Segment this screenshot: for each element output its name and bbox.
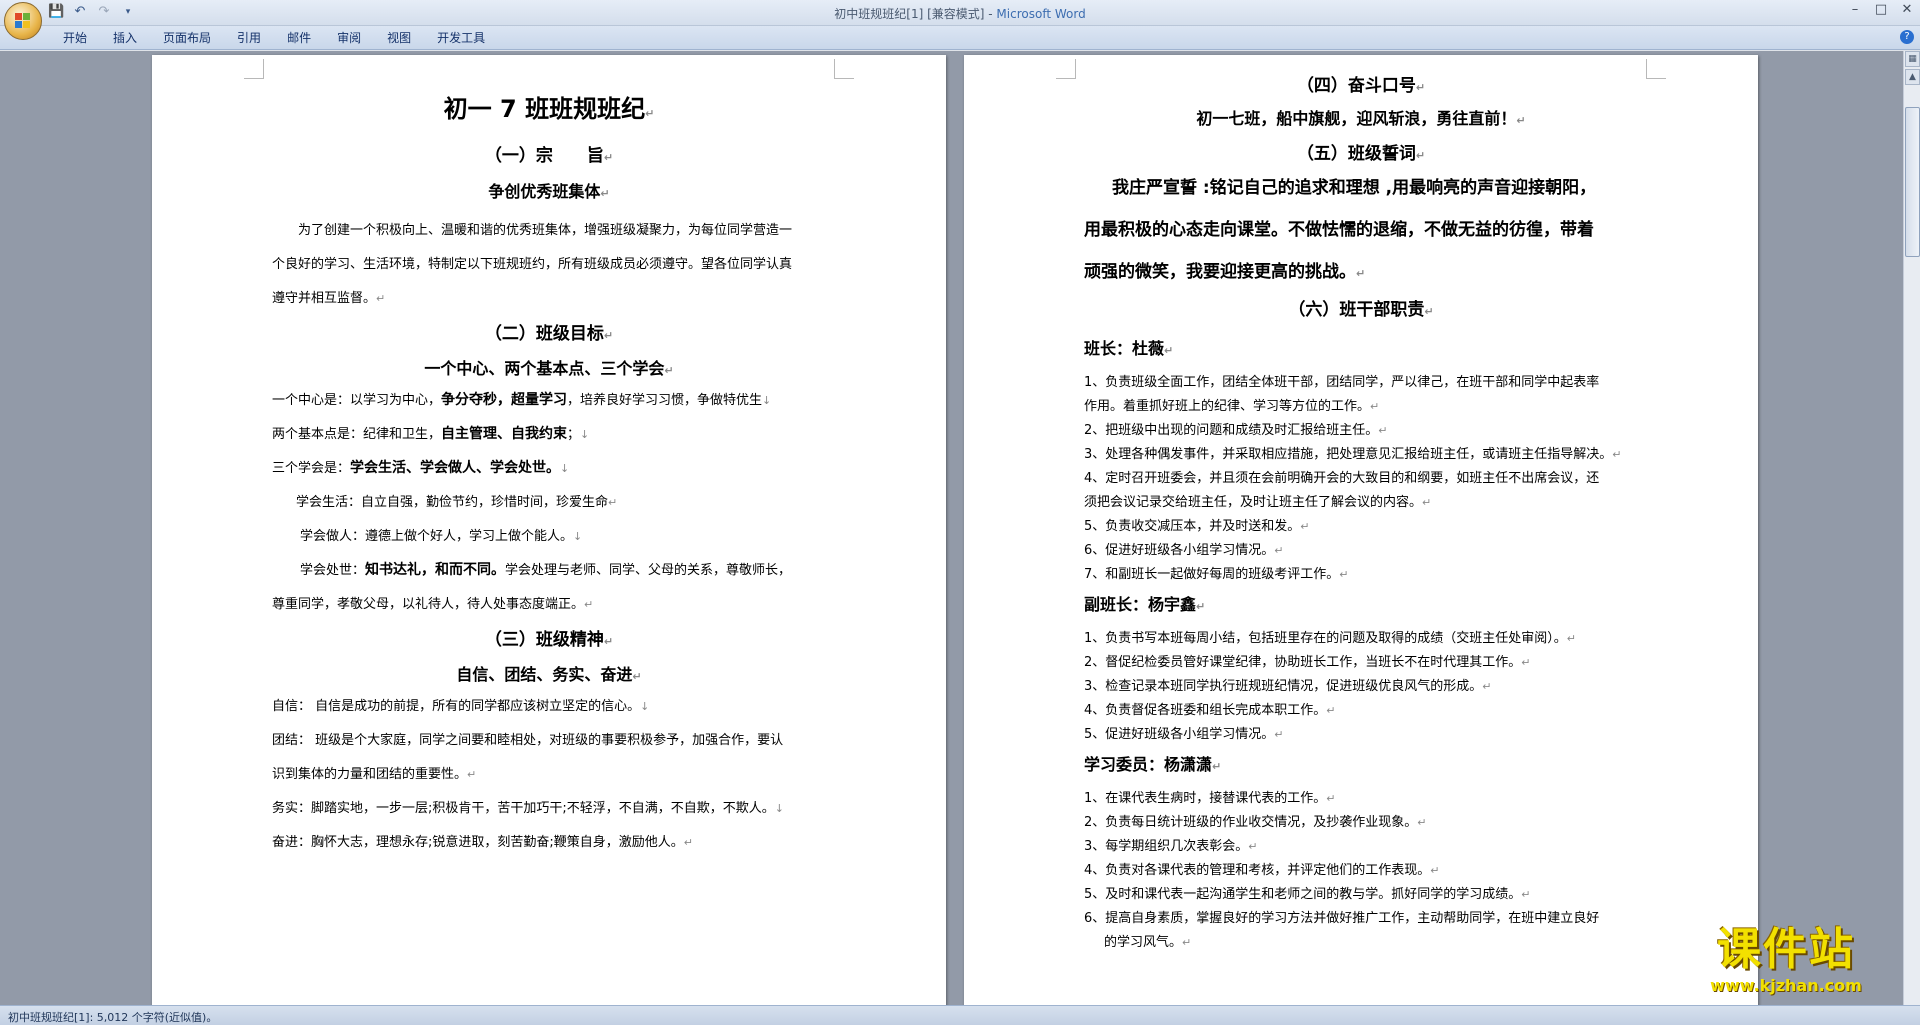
section-heading: （六）班干部职责↵ [1288,300,1434,320]
section-heading: （四）奋斗口号↵ [1296,76,1426,96]
list-item: 5、负责收交减压本，并及时送和发。↵ [1084,519,1310,534]
help-icon[interactable]: ? [1900,30,1914,44]
office-button[interactable] [4,2,42,40]
role-heading: 班长：杜薇↵ [1084,339,1174,358]
close-button[interactable]: ✕ [1894,0,1920,20]
list-item: 3、检查记录本班同学执行班规班纪情况，促进班级优良风气的形成。↵ [1084,679,1492,694]
list-item: 7、和副班长一起做好每周的班级考评工作。↵ [1084,567,1349,582]
paragraph-line: 务实：脚踏实地，一步一层;积极肯干，苦干加巧干;不轻浮，不自满，不自欺，不欺人。… [272,801,784,816]
list-item: 4、负责对各课代表的管理和考核，并评定他们的工作表现。↵ [1084,863,1440,878]
section-heading: （五）班级誓词↵ [1296,144,1426,164]
list-item: 4、定时召开班委会，并且须在会前明确开会的大致目的和纲要，如班主任不出席会议，还 [1084,471,1600,486]
title-bar: 💾 ↶ ↷ ▾ 初中班规班纪[1] [兼容模式] - Microsoft Wor… [0,0,1920,26]
margin-corner-mark [244,59,264,79]
margin-corner-mark [834,59,854,79]
tab-references[interactable]: 引用 [224,30,274,46]
window-controls: – □ ✕ [1842,0,1920,20]
tab-insert[interactable]: 插入 [100,30,150,46]
paragraph-line: 学会生活：自立自强，勤俭节约，珍惜时间，珍爱生命↵ [296,495,618,510]
document-title-heading: 初一 7 班班规班纪↵ [443,95,655,123]
list-item: 4、负责督促各班委和组长完成本职工作。↵ [1084,703,1336,718]
tab-mailings[interactable]: 邮件 [274,30,324,46]
office-logo-icon [15,13,31,29]
paragraph-line: 识到集体的力量和团结的重要性。↵ [272,767,477,782]
page-left[interactable]: 初一 7 班班规班纪↵ （一）宗 旨↵ 争创优秀班集体↵ 为了创建一个积极向上、… [152,55,946,1005]
paragraph-line: 奋进：胸怀大志，理想永存;锐意进取，刻苦勤奋;鞭策自身，激励他人。↵ [272,835,693,850]
minimize-button[interactable]: – [1842,0,1868,20]
tab-page-layout[interactable]: 页面布局 [150,30,224,46]
ribbon-tab-bar: 开始 插入 页面布局 引用 邮件 审阅 视图 开发工具 ? [0,26,1920,50]
oath-line: 用最积极的心态走向课堂。不做怯懦的退缩，不做无益的彷徨，带着 [1084,220,1594,240]
oath-line: 我庄严宣誓 :铭记自己的追求和理想 ,用最响亮的声音迎接朝阳， [1112,178,1597,198]
list-item: 2、把班级中出现的问题和成绩及时汇报给班主任。↵ [1084,423,1388,438]
list-item: 6、提高自身素质，掌握良好的学习方法并做好推广工作，主动帮助同学，在班中建立良好 [1084,911,1600,926]
app-name: Microsoft Word [996,7,1086,21]
section-subheading: 一个中心、两个基本点、三个学会↵ [424,359,674,378]
list-item: 的学习风气。↵ [1104,935,1192,950]
tab-home[interactable]: 开始 [50,30,100,46]
slogan-text: 初一七班，船中旗舰，迎风斩浪，勇往直前！↵ [1196,109,1526,128]
document-workspace[interactable]: 初一 7 班班规班纪↵ （一）宗 旨↵ 争创优秀班集体↵ 为了创建一个积极向上、… [0,51,1903,1005]
vertical-scrollbar[interactable]: ▦ ▲ [1903,51,1920,1005]
list-item: 1、负责书写本班每周小结，包括班里存在的问题及取得的成绩（交班主任处审阅）。↵ [1084,631,1576,646]
paragraph-line: 两个基本点是：纪律和卫生，自主管理、自我约束；↓ [272,426,590,442]
list-item: 5、促进好班级各小组学习情况。↵ [1084,727,1284,742]
tab-view[interactable]: 视图 [374,30,424,46]
scroll-thumb[interactable] [1905,107,1920,257]
ruler-toggle-icon[interactable]: ▦ [1905,51,1920,67]
role-heading: 副班长：杨宇鑫↵ [1084,595,1206,614]
paragraph-line: 遵守并相互监督。↵ [272,291,386,306]
list-item: 作用。着重抓好班上的纪律、学习等方位的工作。↵ [1084,399,1380,414]
list-item: 3、每学期组织几次表彰会。↵ [1084,839,1258,854]
list-item: 3、处理各种偶发事件，并采取相应措施，把处理意见汇报给班主任，或请班主任指导解决… [1084,447,1622,462]
section-heading: （二）班级目标↵ [484,324,614,344]
role-heading: 学习委员：杨潇潇↵ [1084,755,1222,774]
paragraph-line: 三个学会是：学会生活、学会做人、学会处世。↓ [272,460,570,476]
tab-review[interactable]: 审阅 [324,30,374,46]
watermark-title: 课件站 [1717,924,1855,975]
paragraph-line: 自信： 自信是成功的前提，所有的同学都应该树立坚定的信心。↓ [272,699,650,714]
list-item: 1、负责班级全面工作，团结全体班干部，团结同学，严以律己，在班干部和同学中起表率 [1084,375,1600,390]
list-item: 2、负责每日统计班级的作业收交情况，及抄袭作业现象。↵ [1084,815,1427,830]
watermark-url: www.kjzhan.com [1710,976,1862,995]
status-bar: 初中班规班纪[1]: 5,012 个字符(近似值)。 [0,1005,1920,1025]
paragraph-line: 为了创建一个积极向上、温暖和谐的优秀班集体，增强班级凝聚力，为每位同学营造一 [298,223,793,238]
window-title: 初中班规班纪[1] [兼容模式] - Microsoft Word [0,5,1920,22]
site-watermark-logo: 课件站 www.kjzhan.com [1668,924,1904,1010]
scroll-up-icon[interactable]: ▲ [1905,69,1920,85]
paragraph-line: 学会处世：知书达礼，和而不同。学会处理与老师、同学、父母的关系，尊敬师长， [300,562,792,578]
section-subheading: 争创优秀班集体↵ [488,182,610,201]
maximize-button[interactable]: □ [1868,0,1894,20]
section-heading: （三）班级精神↵ [484,630,614,650]
list-item: 1、在课代表生病时，接替课代表的工作。↵ [1084,791,1336,806]
list-item: 须把会议记录交给班主任，及时让班主任了解会议的内容。↵ [1084,495,1432,510]
paragraph-line: 尊重同学，孝敬父母，以礼待人，待人处事态度端正。↵ [272,597,594,612]
paragraph-line: 一个中心是：以学习为中心，争分夺秒，超量学习，培养良好学习习惯，争做特优生↓ [272,392,772,408]
paragraph-line: 学会做人：遵德上做个好人，学习上做个能人。↓ [300,529,583,544]
section-subheading: 自信、团结、务实、奋进↵ [456,665,642,684]
paragraph-line: 团结： 班级是个大家庭，同学之间要和睦相处，对班级的事要积极参予，加强合作，要认 [272,733,784,748]
paragraph-line: 个良好的学习、生活环境，特制定以下班规班约，所有班级成员必须遵守。望各位同学认真 [272,257,793,272]
tab-developer[interactable]: 开发工具 [424,30,498,46]
list-item: 6、促进好班级各小组学习情况。↵ [1084,543,1284,558]
list-item: 2、督促纪检委员管好课堂纪律，协助班长工作，当班长不在时代理其工作。↵ [1084,655,1531,670]
document-title: 初中班规班纪[1] [兼容模式] - [834,7,997,21]
word-count-status[interactable]: 初中班规班纪[1]: 5,012 个字符(近似值)。 [8,1009,217,1025]
list-item: 5、及时和课代表一起沟通学生和老师之间的教与学。抓好同学的学习成绩。↵ [1084,887,1531,902]
page-right[interactable]: （四）奋斗口号↵ 初一七班，船中旗舰，迎风斩浪，勇往直前！↵ （五）班级誓词↵ … [964,55,1758,1005]
oath-line: 顽强的微笑，我要迎接更高的挑战。↵ [1084,262,1366,282]
section-heading: （一）宗 旨↵ [484,146,614,166]
